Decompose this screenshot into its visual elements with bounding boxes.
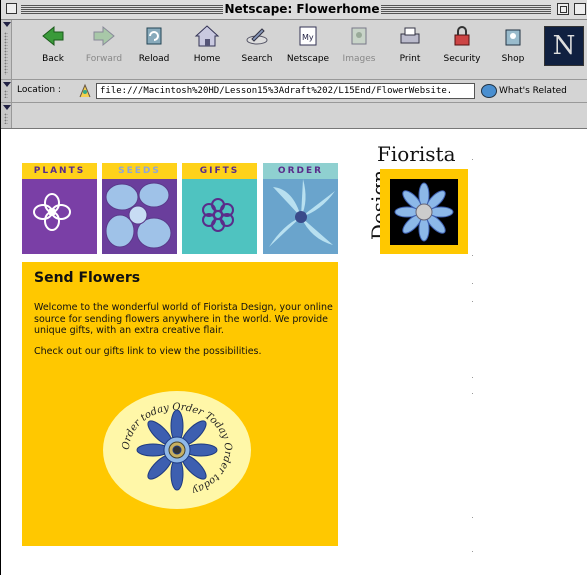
home-icon bbox=[194, 24, 220, 48]
nav-order-label: ORDER bbox=[263, 163, 338, 179]
panel-heading: Send Flowers bbox=[34, 270, 141, 286]
nav-gifts[interactable]: GIFTS bbox=[182, 163, 257, 254]
browser-window: Netscape: Flowerhome Back Forward Reload bbox=[0, 0, 587, 575]
gifts-flower-icon bbox=[182, 179, 257, 254]
forward-arrow-icon bbox=[91, 24, 117, 48]
spacer-dots bbox=[472, 159, 474, 559]
seeds-icon bbox=[102, 179, 177, 254]
search-label: Search bbox=[241, 54, 273, 64]
panel-gifts-text: Check out our gifts link to view the pos… bbox=[34, 346, 262, 357]
svg-text:My: My bbox=[302, 33, 314, 42]
images-button[interactable]: Images bbox=[334, 24, 384, 76]
home-label: Home bbox=[193, 54, 221, 64]
close-box[interactable] bbox=[6, 3, 17, 14]
forward-label: Forward bbox=[85, 54, 123, 64]
personal-grip[interactable] bbox=[1, 103, 12, 128]
location-label: Location : bbox=[17, 85, 61, 95]
netscape-button[interactable]: My Netscape bbox=[283, 24, 333, 76]
location-grip[interactable] bbox=[1, 80, 12, 102]
logo-flower-icon bbox=[380, 169, 468, 254]
search-icon bbox=[244, 24, 270, 48]
reload-icon bbox=[141, 24, 167, 48]
back-arrow-icon bbox=[40, 24, 66, 48]
nav-seeds-label: SEEDS bbox=[102, 163, 177, 179]
security-label: Security bbox=[443, 54, 481, 64]
nav-gifts-label: GIFTS bbox=[182, 163, 257, 179]
title-bar[interactable]: Netscape: Flowerhome bbox=[1, 0, 587, 20]
zoom-box[interactable] bbox=[557, 3, 569, 15]
back-label: Back bbox=[42, 54, 64, 64]
nav-order[interactable]: ORDER bbox=[263, 163, 338, 254]
back-button[interactable]: Back bbox=[28, 24, 78, 76]
page-proxy-icon[interactable] bbox=[77, 83, 93, 99]
home-button[interactable]: Home bbox=[182, 24, 232, 76]
images-label: Images bbox=[342, 54, 376, 64]
shop-button[interactable]: Shop bbox=[488, 24, 538, 76]
order-flower-icon bbox=[263, 179, 338, 254]
reload-button[interactable]: Reload bbox=[129, 24, 179, 76]
panel-intro-text: Welcome to the wonderful world of Fioris… bbox=[34, 302, 333, 336]
logo-wordmark-top: Fiorista bbox=[377, 142, 456, 166]
location-url-field[interactable]: file:///Macintosh%20HD/Lesson15%3Adraft%… bbox=[96, 83, 475, 99]
toolbar-grip[interactable] bbox=[1, 20, 12, 79]
forward-button[interactable]: Forward bbox=[79, 24, 129, 76]
images-icon bbox=[346, 24, 372, 48]
security-button[interactable]: Security bbox=[437, 24, 487, 76]
print-label: Print bbox=[399, 54, 421, 64]
reload-label: Reload bbox=[138, 54, 170, 64]
shop-label: Shop bbox=[501, 54, 525, 64]
shop-icon bbox=[500, 24, 526, 48]
nav-seeds[interactable]: SEEDS bbox=[102, 163, 177, 254]
send-flowers-panel: Send Flowers Welcome to the wonderful wo… bbox=[22, 262, 338, 546]
personal-toolbar bbox=[1, 103, 587, 129]
page-content: PLANTS SEEDS GIFTS ORDER Fiorista Design… bbox=[1, 129, 587, 575]
whats-related-button[interactable]: What's Related bbox=[481, 82, 587, 100]
search-button[interactable]: Search bbox=[232, 24, 282, 76]
nav-plants-label: PLANTS bbox=[22, 163, 97, 179]
security-lock-icon bbox=[449, 24, 475, 48]
my-netscape-icon: My bbox=[295, 24, 321, 48]
location-bar: Location : file:///Macintosh%20HD/Lesson… bbox=[1, 80, 587, 103]
print-icon bbox=[397, 24, 423, 48]
collapse-box[interactable] bbox=[574, 3, 586, 15]
window-title: Netscape: Flowerhome bbox=[223, 2, 381, 16]
nav-plants[interactable]: PLANTS bbox=[22, 163, 97, 254]
plants-flower-icon bbox=[22, 179, 97, 254]
fiorista-logo: Fiorista Design bbox=[353, 142, 471, 257]
navigation-toolbar: Back Forward Reload Home Search My Netsc… bbox=[1, 20, 587, 80]
netscape-logo[interactable]: N bbox=[544, 26, 584, 66]
order-today-badge[interactable]: Order today Order Today Order today bbox=[102, 390, 252, 510]
whats-related-icon bbox=[481, 83, 497, 98]
print-button[interactable]: Print bbox=[385, 24, 435, 76]
whats-related-label: What's Related bbox=[499, 86, 567, 96]
netscape-label: Netscape bbox=[286, 54, 330, 64]
